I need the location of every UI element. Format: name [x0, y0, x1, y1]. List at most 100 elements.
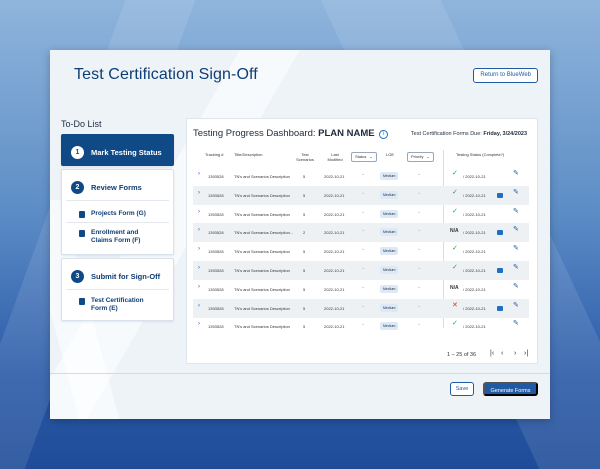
prev-page-icon[interactable]: ‹: [501, 350, 503, 357]
status-dropdown-icon[interactable]: ⌄: [361, 266, 365, 271]
check-icon[interactable]: ✓: [452, 170, 458, 177]
test-scenarios: 5: [303, 324, 306, 330]
priority-dropdown-icon[interactable]: ⌄: [417, 322, 421, 327]
edit-pencil-icon[interactable]: ✎: [513, 264, 519, 271]
expand-chevron-icon[interactable]: ›: [198, 190, 200, 196]
check-icon[interactable]: ✓: [452, 208, 458, 215]
check-icon[interactable]: ✓: [452, 264, 458, 271]
comment-icon[interactable]: [497, 230, 503, 236]
generate-forms-button[interactable]: Generate Forms: [483, 382, 538, 396]
return-to-blueweb-button[interactable]: Return to BlueWeb: [473, 68, 538, 83]
col-header-loe[interactable]: LOE: [386, 152, 394, 157]
col-header-tracking[interactable]: Tracking #: [205, 152, 224, 157]
col-header-scenarios[interactable]: Test Scenarios: [295, 152, 315, 162]
priority-dropdown-icon[interactable]: ⌄: [417, 209, 421, 215]
table-row[interactable]: › 1393528 TN's and Scenarios Description 5 2…: [193, 317, 529, 336]
edit-pencil-icon[interactable]: ✎: [513, 302, 519, 309]
todo-step-mark-testing-status[interactable]: 1 Mark Testing Status: [61, 134, 174, 166]
table-row[interactable]: › 1393528 TN's and Scenarios Description..…: [193, 223, 529, 243]
tracking-number: 1393528: [208, 192, 224, 198]
tracking-number: 1393528: [208, 211, 224, 217]
step-header[interactable]: 2 Review Forms: [62, 170, 173, 196]
form-link-label: Enrollment and Claims Form (F): [91, 229, 141, 244]
info-icon[interactable]: i: [379, 130, 389, 139]
na-status[interactable]: N/A: [450, 229, 459, 234]
status-filter-select[interactable]: Status ⌄: [351, 152, 377, 162]
status-dropdown-icon[interactable]: ⌄: [361, 247, 365, 252]
priority-dropdown-icon[interactable]: ⌄: [417, 284, 421, 290]
form-link-projects[interactable]: Projects Form (G): [62, 201, 173, 218]
table-row[interactable]: › 1393528 TN's and Scenarios Description 5 2…: [193, 280, 529, 299]
comment-icon[interactable]: [497, 305, 503, 311]
status-dropdown-icon[interactable]: ⌄: [361, 322, 365, 327]
check-icon[interactable]: ✓: [452, 320, 458, 327]
table-row[interactable]: › 1393528 TN's and Scenarios Description 5 2…: [193, 242, 529, 261]
last-page-icon[interactable]: ›|: [524, 350, 528, 357]
tracking-number: 1393528: [208, 174, 224, 179]
status-dropdown-icon[interactable]: ⌄: [361, 284, 365, 290]
expand-chevron-icon[interactable]: ›: [198, 246, 200, 252]
status-dropdown-icon[interactable]: ⌄: [361, 190, 365, 196]
status-date: / 2022-10-21: [463, 249, 486, 255]
comment-icon[interactable]: [497, 192, 503, 198]
status-dropdown-icon[interactable]: ⌄: [361, 228, 365, 233]
edit-pencil-icon[interactable]: ✎: [513, 170, 519, 177]
next-page-icon[interactable]: ›: [514, 350, 516, 357]
expand-chevron-icon[interactable]: ›: [198, 303, 200, 309]
table-row[interactable]: › 1393528 TN's and Scenarios Description 5 2…: [193, 205, 529, 224]
edit-pencil-icon[interactable]: ✎: [513, 226, 519, 233]
form-link-label: Projects Form (G): [91, 210, 146, 217]
col-header-modified[interactable]: Last Modified: [325, 152, 345, 162]
expand-chevron-icon[interactable]: ›: [198, 171, 200, 177]
table-row[interactable]: › 1393528 TN's and Scenarios Description 5 2…: [193, 261, 529, 280]
check-icon[interactable]: ✓: [452, 245, 458, 252]
status-dropdown-icon[interactable]: ⌄: [361, 303, 365, 309]
form-link-enrollment-claims[interactable]: Enrollment and Claims Form (F): [62, 223, 173, 245]
loe-badge: Medium: [380, 284, 399, 293]
edit-pencil-icon[interactable]: ✎: [513, 320, 519, 327]
col-header-title[interactable]: Title/Description: [234, 152, 263, 157]
last-modified: 2022-10-21: [324, 249, 345, 255]
chevron-down-icon: ⌄: [426, 154, 430, 159]
expand-chevron-icon[interactable]: ›: [198, 209, 200, 215]
status-dropdown-icon[interactable]: ⌄: [361, 172, 365, 177]
x-icon[interactable]: ✕: [452, 302, 458, 309]
expand-chevron-icon[interactable]: ›: [198, 284, 200, 290]
table-row[interactable]: › 1393528 TN's and Scenarios Description 5 2…: [193, 185, 529, 205]
priority-dropdown-icon[interactable]: ⌄: [417, 190, 421, 196]
edit-pencil-icon[interactable]: ✎: [513, 245, 519, 252]
title-description: TN's and Scenarios Description: [234, 324, 290, 330]
col-header-testing-status[interactable]: Testing Status (Complete?): [456, 152, 504, 157]
table-row[interactable]: › 1393528 TN's and Scenarios Description 5 2…: [193, 298, 529, 318]
priority-dropdown-icon[interactable]: ⌄: [417, 172, 421, 177]
expand-chevron-icon[interactable]: ›: [198, 227, 200, 233]
na-status[interactable]: N/A: [450, 285, 459, 291]
table-row[interactable]: › 1393528 TN's and Scenarios Description 5 2…: [193, 167, 529, 186]
title-description: TN's and Scenarios Description...: [234, 230, 294, 236]
priority-dropdown-icon[interactable]: ⌄: [417, 247, 421, 252]
check-icon[interactable]: ✓: [452, 189, 458, 196]
save-button[interactable]: Save: [450, 382, 474, 396]
dashboard-title: Testing Progress Dashboard: PLAN NAME i: [193, 128, 389, 139]
priority-dropdown-icon[interactable]: ⌄: [417, 303, 421, 309]
status-date: / 2022-10-21: [463, 230, 486, 236]
title-description: TN's and Scenarios Description: [234, 286, 290, 292]
status-date: / 2022-10-21: [463, 211, 486, 217]
edit-pencil-icon[interactable]: ✎: [513, 283, 519, 290]
expand-chevron-icon[interactable]: ›: [198, 321, 200, 327]
comment-icon[interactable]: [497, 268, 503, 273]
last-modified: 2022-10-21: [324, 324, 345, 330]
title-description: TN's and Scenarios Description: [234, 192, 290, 198]
title-description: TN's and Scenarios Description: [234, 211, 290, 217]
first-page-icon[interactable]: |‹: [490, 350, 494, 357]
priority-dropdown-icon[interactable]: ⌄: [417, 266, 421, 271]
test-scenarios: 5: [303, 249, 306, 255]
edit-pencil-icon[interactable]: ✎: [513, 208, 519, 215]
status-dropdown-icon[interactable]: ⌄: [361, 209, 365, 215]
priority-dropdown-icon[interactable]: ⌄: [417, 228, 421, 233]
expand-chevron-icon[interactable]: ›: [198, 265, 200, 271]
step-header[interactable]: 3 Submit for Sign-Off: [62, 259, 173, 285]
priority-filter-select[interactable]: Priority ⌄: [407, 152, 434, 162]
edit-pencil-icon[interactable]: ✎: [513, 189, 519, 196]
form-link-test-certification[interactable]: Test Certification Form (E): [62, 290, 173, 313]
